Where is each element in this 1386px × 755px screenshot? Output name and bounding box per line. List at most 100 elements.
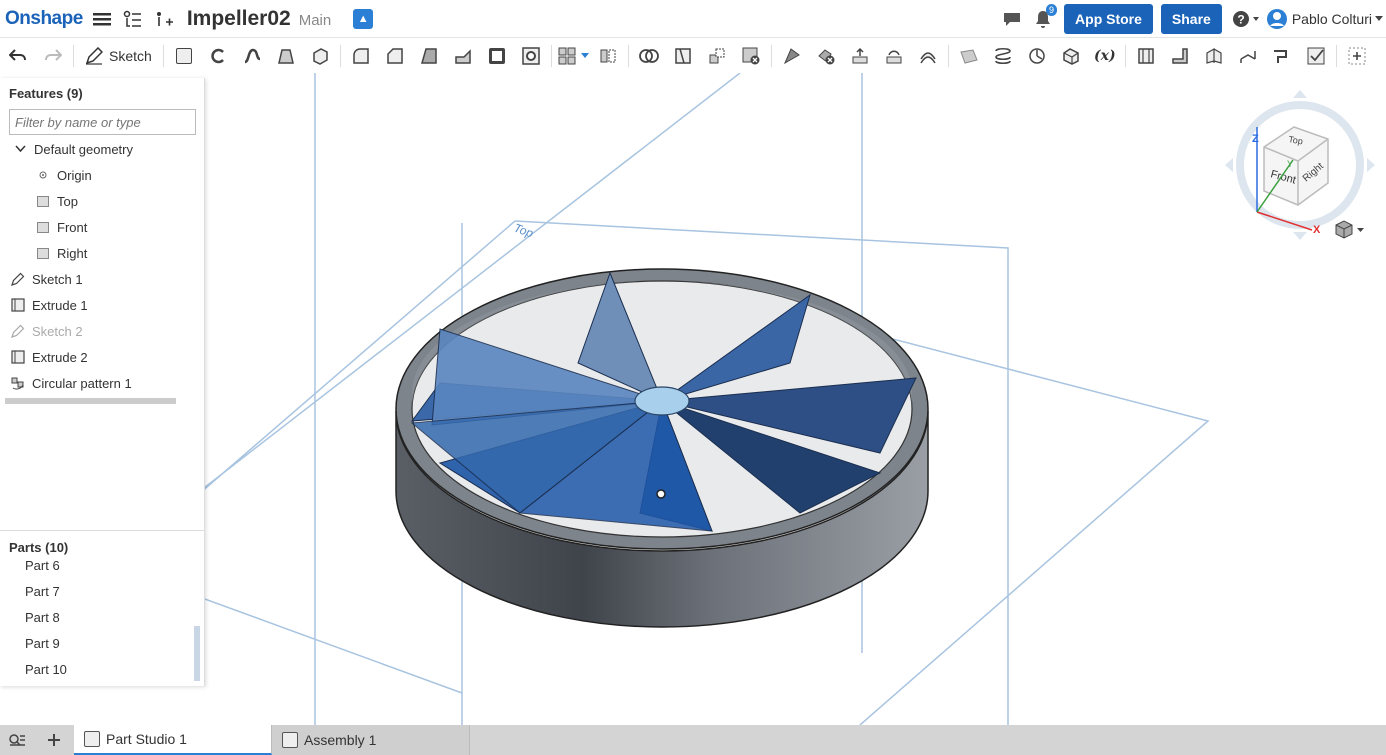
feature-circular-pattern-1[interactable]: Circular pattern 1 [0,370,205,396]
user-name[interactable]: Pablo Colturi [1292,11,1372,27]
assembly-icon [282,732,298,748]
help-icon[interactable]: ? [1232,9,1260,29]
tab-icon[interactable] [1231,42,1265,70]
axis-z-label: Z [1252,133,1259,145]
feature-sketch-2[interactable]: Sketch 2 [0,318,205,344]
transform-icon[interactable] [700,42,734,70]
part-item[interactable]: Part 10 [25,662,67,677]
feature-filter-input[interactable] [9,109,196,135]
delete-part-icon[interactable] [734,42,768,70]
feature-label: Right [57,245,88,261]
feature-sketch-1[interactable]: Sketch 1 [0,266,205,292]
rib-icon[interactable] [446,42,480,70]
chevron-down-icon[interactable] [579,42,591,70]
plane-icon [36,194,50,208]
learning-center-icon[interactable]: ▲ [353,8,374,29]
feature-label: Top [57,193,78,209]
delete-face-icon[interactable] [809,42,843,70]
hole-icon[interactable] [514,42,548,70]
feature-default-geometry[interactable]: Default geometry [0,136,205,162]
offset-surface-icon[interactable] [911,42,945,70]
helix-icon[interactable] [986,42,1020,70]
joint-icon[interactable] [1265,42,1299,70]
feature-right-plane[interactable]: Right [0,240,205,266]
revolve-icon[interactable] [201,42,235,70]
modify-fillet-icon[interactable] [775,42,809,70]
feature-list-icon[interactable] [123,10,143,28]
sheet-metal-icon[interactable] [1129,42,1163,70]
split-icon[interactable] [666,42,700,70]
add-custom-feature-icon[interactable] [1340,42,1374,70]
pencil-icon [85,46,103,65]
feature-panel: Features (9) Default geometry Origin Top… [0,78,205,686]
parts-scrollbar[interactable] [194,626,200,681]
app-store-button[interactable]: App Store [1064,4,1153,34]
tab-label: Part Studio 1 [106,731,187,747]
hem-icon[interactable] [1197,42,1231,70]
tab-assembly-1[interactable]: Assembly 1 [272,725,470,755]
circular-pattern-icon [11,376,25,390]
fillet-icon[interactable] [344,42,378,70]
feature-list-scrollbar[interactable] [5,398,176,404]
feature-top-plane[interactable]: Top [0,188,205,214]
notification-badge: 9 [1046,4,1058,16]
menu-icon[interactable] [92,11,111,27]
part-item[interactable]: Part 6 [25,558,60,573]
tab-part-studio-1[interactable]: Part Studio 1 [74,725,272,755]
chamfer-icon[interactable] [378,42,412,70]
undo-icon[interactable] [0,42,36,70]
workspace-name[interactable]: Main [299,12,332,29]
avatar[interactable] [1266,8,1288,30]
shell-icon[interactable] [480,42,514,70]
thicken-icon[interactable] [303,42,337,70]
sketch-button[interactable]: Sketch [77,42,160,70]
mate-connector-icon[interactable] [1020,42,1054,70]
tab-manager-icon[interactable] [0,725,34,755]
graphics-viewport[interactable]: Top Right [0,73,1386,725]
variable-icon[interactable]: (x) [1088,42,1122,70]
view-options-icon[interactable] [1334,220,1366,243]
insert-icon[interactable] [155,10,173,28]
plane-icon [36,246,50,260]
chevron-down-icon[interactable] [1375,16,1383,22]
loft-icon[interactable] [269,42,303,70]
panel-divider[interactable] [0,530,205,531]
feature-extrude-2[interactable]: Extrude 2 [0,344,205,370]
part-item[interactable]: Part 7 [25,584,60,599]
feature-origin[interactable]: Origin [0,162,205,188]
notifications-icon[interactable]: 9 [1034,4,1058,29]
feature-extrude-1[interactable]: Extrude 1 [0,292,205,318]
feature-label: Front [57,219,88,235]
chevron-down-icon[interactable] [13,142,27,156]
onshape-logo[interactable]: Onshape [5,8,83,30]
flat-view-icon[interactable] [1299,42,1333,70]
add-tab-icon[interactable] [34,725,74,755]
comments-icon[interactable] [1002,10,1022,28]
features-header: Features (9) [9,86,83,101]
section-icon[interactable] [1054,42,1088,70]
extrude-icon[interactable] [167,42,201,70]
pencil-icon [11,272,25,286]
flange-icon[interactable] [1163,42,1197,70]
share-button[interactable]: Share [1160,4,1222,34]
part-item[interactable]: Part 9 [25,636,60,651]
pencil-icon [11,324,25,338]
plane-icon[interactable] [952,42,986,70]
toolbar-separator [947,44,949,67]
feature-label: Default geometry [34,141,133,157]
mirror-icon[interactable] [591,42,625,70]
origin-marker[interactable] [656,489,666,499]
pattern-icon[interactable] [555,42,579,70]
impeller-part[interactable] [395,268,929,628]
document-title[interactable]: Impeller02 [187,7,291,31]
boolean-icon[interactable] [632,42,666,70]
move-face-icon[interactable] [843,42,877,70]
feature-front-plane[interactable]: Front [0,214,205,240]
replace-face-icon[interactable] [877,42,911,70]
draft-icon[interactable] [412,42,446,70]
toolbar-separator [770,44,772,67]
sweep-icon[interactable] [235,42,269,70]
redo-icon[interactable] [36,42,70,70]
toolbar-separator [550,44,552,67]
part-item[interactable]: Part 8 [25,610,60,625]
